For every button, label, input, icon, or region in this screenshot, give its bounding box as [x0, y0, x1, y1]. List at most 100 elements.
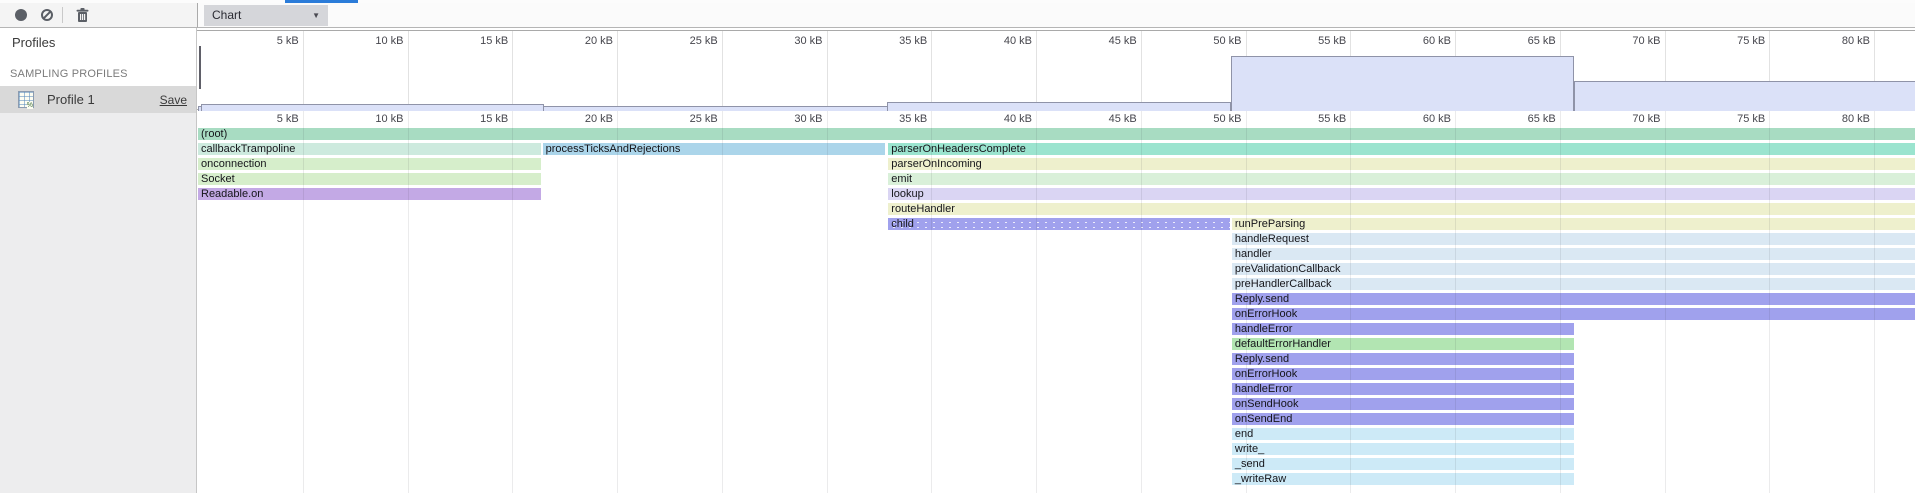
flame-bar[interactable]: lookup — [888, 188, 1915, 200]
flame-ruler-tick-label: 45 kB — [1079, 113, 1137, 125]
flame-bar[interactable]: Reply.send — [1232, 293, 1915, 305]
overview-gridline — [722, 31, 723, 109]
overview-tick-label: 80 kB — [1812, 35, 1870, 47]
view-mode-dropdown[interactable]: Chart ▼ — [204, 5, 328, 26]
flame-ruler-tick-label: 50 kB — [1184, 113, 1242, 125]
profile-document-icon — [18, 91, 34, 108]
overview-tick-label: 25 kB — [660, 35, 718, 47]
flame-bar[interactable]: _writeRaw — [1232, 473, 1575, 485]
profile-name: Profile 1 — [47, 92, 95, 107]
flame-bar[interactable]: runPreParsing — [1232, 218, 1915, 230]
overview-tick-label: 60 kB — [1393, 35, 1451, 47]
overview-gridline — [827, 31, 828, 109]
flame-bar[interactable]: onSendHook — [1232, 398, 1575, 410]
clear-button[interactable] — [34, 4, 60, 26]
overview-tick-label: 40 kB — [974, 35, 1032, 47]
flame-bar[interactable]: handler — [1232, 248, 1915, 260]
flame-ruler-tick-label: 25 kB — [660, 113, 718, 125]
flame-chart-ruler: 5 kB 10 kB 15 kB 20 kB 25 kB 30 kB 35 kB 40 kB 4… — [197, 111, 1915, 128]
sidebar-item-profile-1[interactable]: Profile 1 Save — [0, 86, 196, 113]
flame-ruler-tick-label: 80 kB — [1812, 113, 1870, 125]
flame-bar[interactable]: callbackTrampoline — [198, 143, 541, 155]
overview-tick-label: 45 kB — [1079, 35, 1137, 47]
record-icon — [15, 9, 27, 21]
flame-bar[interactable]: onSendEnd — [1232, 413, 1575, 425]
overview-gridline — [512, 31, 513, 109]
flame-ruler-tick-label: 20 kB — [555, 113, 613, 125]
flame-bar[interactable]: preValidationCallback — [1232, 263, 1915, 275]
overview-tick-label: 50 kB — [1184, 35, 1242, 47]
overview-tick-label: 35 kB — [869, 35, 927, 47]
block-icon — [41, 9, 53, 21]
flame-bar[interactable]: child — [888, 218, 1229, 230]
flame-bar[interactable]: (root) — [198, 128, 1915, 140]
flame-bar[interactable]: preHandlerCallback — [1232, 278, 1915, 290]
flame-bar[interactable]: parserOnIncoming — [888, 158, 1915, 170]
delete-profile-button[interactable] — [69, 4, 95, 26]
flame-ruler-tick-label: 65 kB — [1498, 113, 1556, 125]
toolbar-separator — [62, 7, 63, 23]
flame-bar[interactable]: defaultErrorHandler — [1232, 338, 1575, 350]
save-profile-link[interactable]: Save — [160, 93, 187, 107]
overview-tick-label: 15 kB — [450, 35, 508, 47]
flame-bar[interactable]: Readable.on — [198, 188, 541, 200]
overview-tick-label: 70 kB — [1603, 35, 1661, 47]
trash-icon — [76, 8, 89, 23]
overview-area-segment — [887, 102, 1231, 111]
flame-ruler-tick-label: 30 kB — [765, 113, 823, 125]
flame-bar[interactable]: emit — [888, 173, 1915, 185]
profiles-sidebar: Profiles SAMPLING PROFILES Profile 1 Sav… — [0, 28, 197, 493]
overview-gridline — [1036, 31, 1037, 109]
flame-ruler-tick-label: 60 kB — [1393, 113, 1451, 125]
flame-bar[interactable]: onconnection — [198, 158, 541, 170]
flame-bar[interactable]: end — [1232, 428, 1575, 440]
overview-tick-label: 55 kB — [1288, 35, 1346, 47]
profiles-toolbar — [0, 3, 197, 28]
chevron-down-icon: ▼ — [312, 11, 320, 20]
flame-bar[interactable]: onErrorHook — [1232, 308, 1915, 320]
overview-area-segment — [201, 104, 544, 111]
flame-ruler-tick-label: 70 kB — [1603, 113, 1661, 125]
overview-gridline — [408, 31, 409, 109]
flame-bar[interactable]: handleError — [1232, 323, 1575, 335]
flame-bar[interactable]: Reply.send — [1232, 353, 1575, 365]
record-button[interactable] — [8, 4, 34, 26]
sidebar-heading: Profiles — [12, 35, 55, 50]
flame-bar[interactable]: processTicksAndRejections — [543, 143, 886, 155]
flame-bar[interactable]: write_ — [1232, 443, 1575, 455]
view-mode-value: Chart — [212, 8, 241, 22]
overview-gridline — [1141, 31, 1142, 109]
flame-bar[interactable]: _send — [1232, 458, 1575, 470]
sampling-profiles-section-label: SAMPLING PROFILES — [10, 68, 128, 80]
flame-bar[interactable]: handleRequest — [1232, 233, 1915, 245]
allocation-overview[interactable]: 5 kB 10 kB 15 kB 20 kB 25 kB 30 kB 35 kB 40 kB 4… — [197, 30, 1915, 110]
overview-drag-handle[interactable] — [199, 46, 201, 89]
overview-tick-label: 5 kB — [241, 35, 299, 47]
flame-ruler-tick-label: 10 kB — [346, 113, 404, 125]
flame-ruler-tick-label: 35 kB — [869, 113, 927, 125]
flame-bar[interactable]: handleError — [1232, 383, 1575, 395]
flame-ruler-tick-label: 15 kB — [450, 113, 508, 125]
flame-bar[interactable]: onErrorHook — [1232, 368, 1575, 380]
chart-pane-toolbar: Chart ▼ — [197, 3, 1915, 28]
sidebar-empty-area — [0, 113, 196, 493]
flame-bar[interactable]: parserOnHeadersComplete — [888, 143, 1915, 155]
flame-bar[interactable]: routeHandler — [888, 203, 1915, 215]
overview-tick-label: 10 kB — [346, 35, 404, 47]
overview-area-segment — [1231, 56, 1575, 111]
overview-tick-label: 65 kB — [1498, 35, 1556, 47]
overview-gridline — [931, 31, 932, 109]
devtools-profiler-window: Chart ▼ Profiles SAMPLING PROFILES Profi… — [0, 0, 1915, 493]
overview-tick-label: 20 kB — [555, 35, 613, 47]
flame-ruler-tick-label: 55 kB — [1288, 113, 1346, 125]
overview-gridline — [617, 31, 618, 109]
flame-bar[interactable]: Socket — [198, 173, 541, 185]
flame-ruler-tick-label: 75 kB — [1707, 113, 1765, 125]
overview-area-segment — [1574, 81, 1915, 111]
flame-chart: (root) callbackTrampolineprocessTicksAndR… — [197, 128, 1915, 493]
flame-ruler-tick-label: 40 kB — [974, 113, 1032, 125]
flame-ruler-tick-label: 5 kB — [241, 113, 299, 125]
overview-gridline — [303, 31, 304, 109]
overview-tick-label: 75 kB — [1707, 35, 1765, 47]
overview-tick-label: 30 kB — [765, 35, 823, 47]
